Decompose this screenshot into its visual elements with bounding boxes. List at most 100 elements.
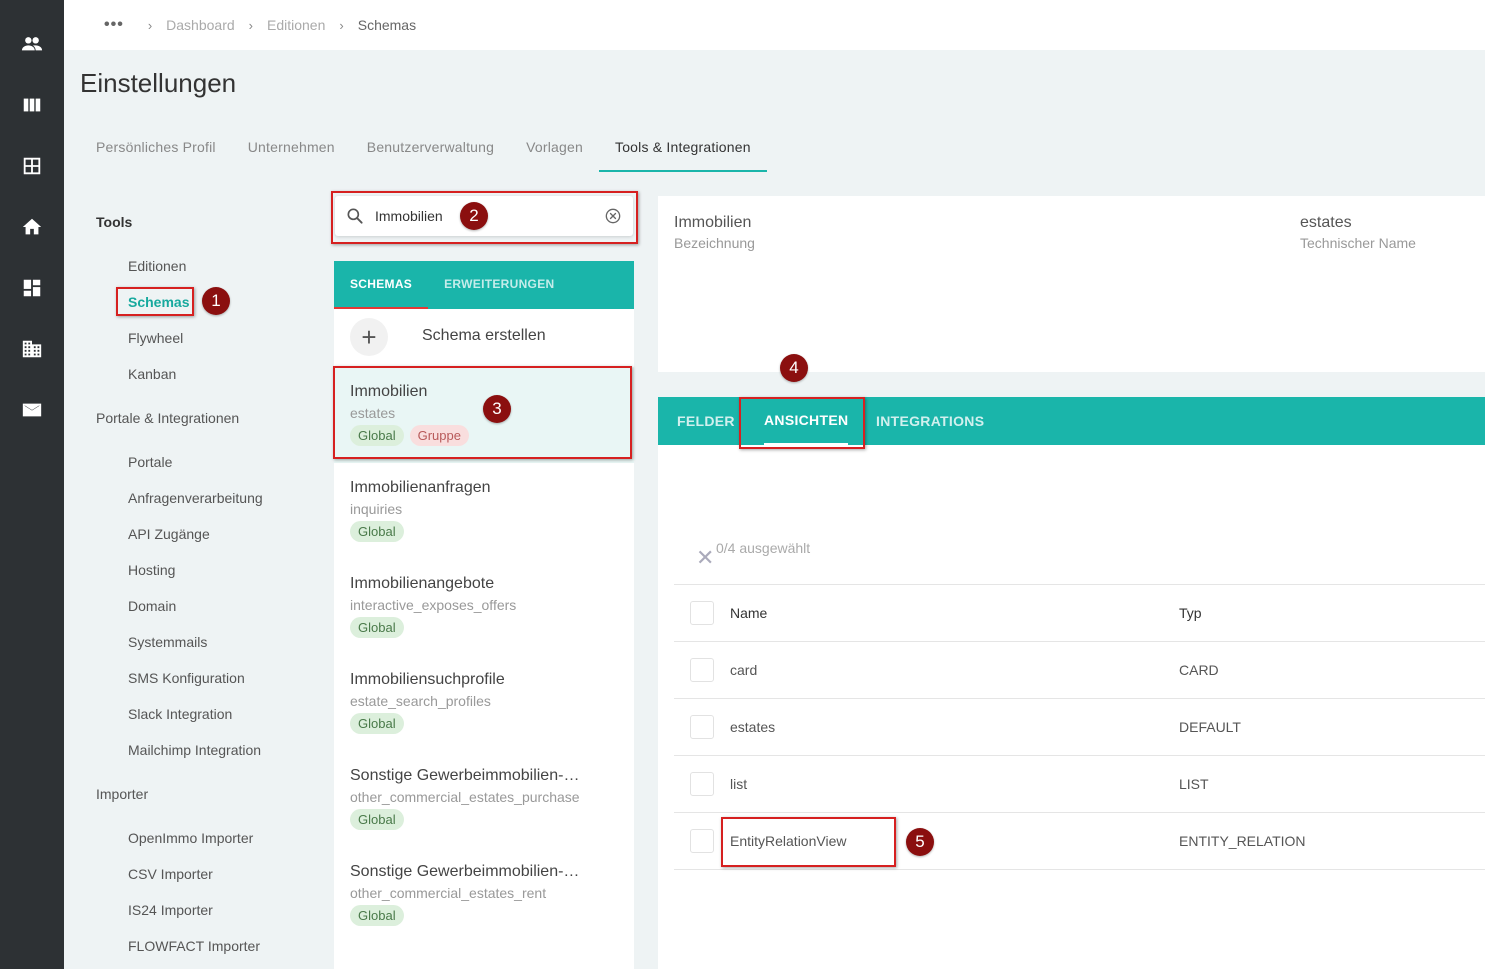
building-icon[interactable] [20,337,44,361]
mail-icon[interactable] [20,398,44,422]
tab-schemas[interactable]: SCHEMAS [334,261,429,309]
chevron-right-icon: › [248,17,253,33]
selection-bar: ✕ [674,529,1485,585]
schema-bezeichnung-value: Immobilien [674,214,752,231]
schema-name: Immobilienanfragen [350,479,491,496]
clear-search-icon[interactable] [603,206,623,226]
tab-persoenliches-profil[interactable]: Persönliches Profil [80,124,232,172]
nav-heading-portale[interactable]: Portale & Integrationen [96,410,239,426]
tab-integrations[interactable]: INTEGRATIONS [876,397,984,445]
row-checkbox[interactable] [690,658,714,682]
tab-unternehmen[interactable]: Unternehmen [232,124,351,172]
chevron-right-icon: › [147,17,153,33]
search-icon [347,208,363,224]
schema-item-gewerbe-kauf[interactable]: Sonstige Gewerbeimmobilien-K… other_comm… [334,751,634,847]
nav-item-flowfact-importer[interactable]: FLOWFACT Importer [128,938,260,954]
annotation-marker-4: 4 [780,354,808,382]
view-name: estates [730,719,776,735]
nav-item-openimmo-importer[interactable]: OpenImmo Importer [128,830,253,846]
row-checkbox[interactable] [690,772,714,796]
schema-technical-name: estates [350,405,396,421]
dashboard-icon[interactable] [20,276,44,300]
select-all-checkbox[interactable] [690,601,714,625]
column-header-name[interactable]: Name [730,605,767,621]
create-schema-button[interactable]: + Schema erstellen [334,309,634,365]
tab-benutzerverwaltung[interactable]: Benutzerverwaltung [351,124,510,172]
table-row[interactable]: EntityRelationView ENTITY_RELATION [674,813,1485,870]
nav-heading-tools: Tools [96,214,133,230]
schema-bezeichnung-label: Bezeichnung [674,235,755,251]
tab-erweiterungen[interactable]: ERWEITERUNGEN [428,261,570,309]
nav-heading-importer[interactable]: Importer [96,786,148,802]
nav-item-systemmails[interactable]: Systemmails [128,634,207,650]
table-row[interactable]: list LIST [674,756,1485,813]
users-icon[interactable] [20,32,44,56]
nav-item-domain[interactable]: Domain [128,598,176,614]
schema-technical-name: interactive_exposes_offers [350,597,517,613]
view-type: ENTITY_RELATION [1179,833,1306,849]
nav-item-mailchimp-integration[interactable]: Mailchimp Integration [128,742,261,758]
clear-selection-icon[interactable]: ✕ [696,547,714,569]
grid-icon[interactable] [20,154,44,178]
schema-item-gewerbe-miete[interactable]: Sonstige Gewerbeimmobilien-… other_comme… [334,847,634,943]
tab-vorlagen[interactable]: Vorlagen [510,124,599,172]
schema-detail-tabs: FELDER ANSICHTEN INTEGRATIONS [658,397,1485,445]
nav-item-is24-importer[interactable]: IS24 Importer [128,902,213,918]
annotation-marker-2: 2 [460,202,488,230]
nav-item-editionen[interactable]: Editionen [128,258,186,274]
breadcrumb: ••• › Dashboard › Editionen › Schemas [64,0,1485,50]
nav-item-flywheel[interactable]: Flywheel [128,330,183,346]
nav-item-hosting[interactable]: Hosting [128,562,175,578]
nav-item-anfragenverarbeitung[interactable]: Anfragenverarbeitung [128,490,263,506]
breadcrumb-editionen[interactable]: Editionen [267,17,325,33]
breadcrumb-dashboard[interactable]: Dashboard [166,17,235,33]
schema-list-tabs: SCHEMAS ERWEITERUNGEN [334,261,634,309]
annotation-marker-1: 1 [202,287,230,315]
schema-technical-name: inquiries [350,501,403,517]
nav-item-sms-konfiguration[interactable]: SMS Konfiguration [128,670,245,686]
view-type: CARD [1179,662,1219,678]
table-row[interactable]: card CARD [674,642,1485,699]
home-icon[interactable] [20,215,44,239]
view-name: list [730,776,748,792]
schema-detail-header: Immobilien Bezeichnung estates Technisch… [658,196,1485,372]
row-checkbox[interactable] [690,715,714,739]
schema-technical-name-value: estates [1300,214,1352,231]
schema-item-immobilienanfragen[interactable]: Immobilienanfragen inquiries Global [334,463,634,559]
schema-name: Sonstige Gewerbeimmobilien-… [350,863,580,880]
tools-nav: Tools Editionen Schemas Flywheel Kanban … [64,190,334,969]
breadcrumb-more[interactable]: ••• [104,16,124,34]
icon-rail [0,0,64,969]
selection-count: 0/4 ausgewählt [716,540,811,556]
annotation-marker-3: 3 [483,395,511,423]
plus-icon: + [350,318,388,356]
row-checkbox[interactable] [690,829,714,853]
settings-tabs: Persönliches Profil Unternehmen Benutzer… [80,124,767,172]
schema-item-immobiliensuchprofile[interactable]: Immobiliensuchprofile estate_search_prof… [334,655,634,751]
chip-global: Global [350,809,404,830]
chevron-right-icon: › [339,17,344,33]
view-type: DEFAULT [1179,719,1241,735]
nav-item-kanban[interactable]: Kanban [128,366,176,382]
columns-icon[interactable] [20,93,44,117]
annotation-marker-5: 5 [906,828,934,856]
chip-global: Global [350,617,404,638]
table-row[interactable]: estates DEFAULT [674,699,1485,756]
nav-item-portale[interactable]: Portale [128,454,172,470]
page-title: Einstellungen [80,68,237,98]
nav-item-csv-importer[interactable]: CSV Importer [128,866,213,882]
tab-ansichten[interactable]: ANSICHTEN [764,397,849,445]
create-schema-label: Schema erstellen [422,327,546,344]
tab-felder[interactable]: FELDER [677,397,735,445]
view-type: LIST [1179,776,1209,792]
nav-item-schemas[interactable]: Schemas [128,294,189,310]
nav-item-api-zugaenge[interactable]: API Zugänge [128,526,210,542]
tab-tools-integrationen[interactable]: Tools & Integrationen [599,124,767,172]
column-header-type[interactable]: Typ [1179,605,1202,621]
schema-item-immobilienangebote[interactable]: Immobilienangebote interactive_exposes_o… [334,559,634,655]
schema-technical-name: other_commercial_estates_rent [350,885,547,901]
nav-item-slack-integration[interactable]: Slack Integration [128,706,232,722]
breadcrumb-schemas: Schemas [357,17,417,33]
chip-global: Global [350,521,404,542]
chip-global: Global [350,713,404,734]
